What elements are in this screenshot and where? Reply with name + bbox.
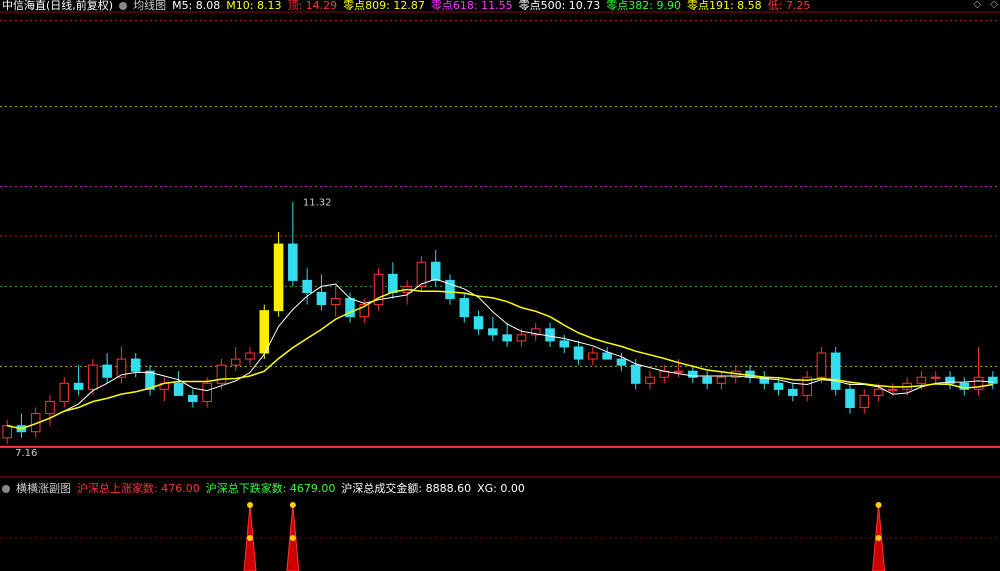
candle-body [616, 358, 627, 366]
candle-body [502, 334, 512, 342]
signal-dot [289, 502, 296, 508]
diamond-icon-2[interactable]: ◇ [990, 0, 998, 10]
candle-body [588, 352, 598, 360]
candle-body [545, 328, 555, 342]
legend-m10: M10: 8.13 [226, 0, 282, 12]
legend-level-382: 零点382: 9.90 [606, 0, 681, 12]
candle-body [673, 370, 684, 373]
candle-body [330, 298, 341, 306]
legend-m5: M5: 8.08 [172, 0, 221, 12]
candle-body [245, 352, 255, 360]
candle-body [430, 261, 441, 281]
candle-body [230, 358, 241, 366]
sub-toggle-icon[interactable] [2, 485, 10, 493]
candle-body [188, 394, 198, 402]
top-right-controls: ◇ ◇ [967, 0, 998, 10]
main-title[interactable]: 中信海直(日线,前复权) [2, 0, 113, 13]
candle-body [816, 352, 827, 378]
signal-marker [289, 535, 296, 541]
candle-body [2, 425, 12, 439]
candle-body [316, 291, 327, 306]
ma10-line [6, 288, 994, 430]
candle-body [916, 376, 927, 384]
candle-body [45, 400, 55, 415]
candle-body [559, 340, 570, 348]
candle-body [788, 388, 798, 396]
ma5-line [6, 278, 993, 430]
sub-fall-count: 沪深总下跌家数: 4679.00 [205, 482, 336, 495]
candle-body [716, 376, 727, 384]
candle-body [773, 382, 784, 390]
legend-level-500: 零点500: 10.73 [518, 0, 601, 12]
candle-body [845, 388, 855, 409]
signal-marker [247, 535, 253, 541]
legend-top: 顶: 14.29 [287, 0, 338, 12]
candle-body [273, 243, 284, 312]
candle-body [130, 358, 141, 372]
sub-turnover: 沪深总成交金额: 8888.60 [341, 482, 472, 495]
candle-body [873, 388, 884, 396]
candle-body [73, 382, 84, 390]
candle-body [930, 376, 941, 379]
candle-body [202, 382, 212, 402]
candle-body [102, 364, 112, 378]
candle-body [388, 273, 398, 293]
candle-body [59, 382, 70, 402]
candle-body [702, 376, 712, 384]
legend-level-809: 零点809: 12.87 [343, 0, 425, 12]
candle-body [602, 352, 612, 360]
signal-marker [875, 535, 882, 541]
candle-body [488, 328, 498, 336]
candle-body [216, 364, 227, 384]
candle-body [830, 352, 841, 390]
sub-rise-count: 沪深总上涨家数: 476.00 [77, 482, 200, 495]
signal-dot [247, 502, 253, 508]
candle-body [302, 279, 312, 293]
candle-body [473, 316, 484, 330]
sub-title[interactable]: 横横涨副图 [16, 482, 71, 496]
candle-body [288, 243, 298, 281]
sub-legend: 横横涨副图 沪深总上涨家数: 476.00 沪深总下跌家数: 4679.00 沪… [0, 482, 525, 496]
high-price-label: 11.32 [303, 198, 332, 209]
low-price-label: 7.16 [15, 448, 37, 459]
indicator-toggle-icon[interactable] [119, 2, 128, 10]
candle-body [573, 346, 584, 360]
ma-indicator-name[interactable]: 均线图 [133, 0, 166, 13]
legend-level-618: 零点618: 11.55 [430, 0, 513, 12]
candle-body [888, 388, 898, 391]
candle-body [859, 394, 870, 409]
legend-level-191: 零点191: 8.58 [686, 0, 762, 12]
main-kline-chart[interactable]: 11.32 7.16 [0, 0, 1000, 478]
diamond-icon[interactable]: ◇ [973, 0, 981, 10]
sub-xg: XG: 0.00 [477, 482, 525, 495]
candle-body [173, 382, 184, 396]
main-legend: 中信海直(日线,前复权) 均线图 M5: 8.08 M10: 8.13 顶: 1… [0, 0, 810, 13]
candle-body [259, 310, 270, 354]
candle-body [516, 334, 527, 342]
candle-body [88, 364, 98, 390]
candle-body [459, 298, 470, 318]
legend-low: 低: 7.25 [767, 0, 811, 12]
candle-body [645, 376, 655, 384]
candle-body [630, 364, 641, 384]
signal-dot [875, 502, 882, 508]
